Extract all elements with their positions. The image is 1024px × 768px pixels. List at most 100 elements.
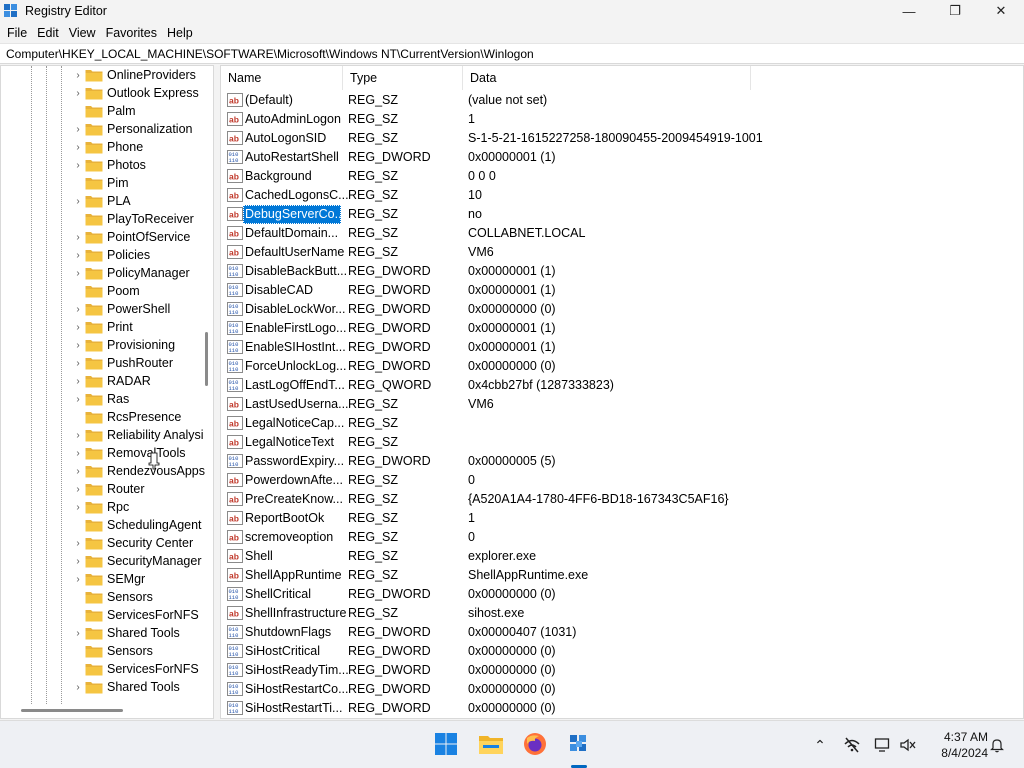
- chevron-right-icon[interactable]: ›: [73, 390, 83, 408]
- chevron-right-icon[interactable]: ›: [73, 156, 83, 174]
- chevron-right-icon[interactable]: ›: [73, 192, 83, 210]
- maximize-button[interactable]: ❐: [932, 0, 978, 22]
- chevron-right-icon[interactable]: ›: [73, 138, 83, 156]
- value-row[interactable]: 010 110 DisableCAD REG_DWORD 0x00000001 (1): [221, 281, 1023, 300]
- tree-node[interactable]: PlayToReceiver: [1, 210, 201, 228]
- tree-node[interactable]: › Phone: [1, 138, 201, 156]
- values-list[interactable]: Name Type Data ab (Default) REG_SZ (value n…: [220, 65, 1024, 719]
- value-row[interactable]: 010 110 PasswordExpiry... REG_DWORD 0x000000…: [221, 452, 1023, 471]
- column-header-name[interactable]: Name: [221, 66, 343, 90]
- tree-node[interactable]: Pim: [1, 174, 201, 192]
- tree-node[interactable]: Sensors: [1, 588, 201, 606]
- chevron-up-icon[interactable]: ⌃: [810, 735, 830, 755]
- chevron-right-icon[interactable]: ›: [73, 444, 83, 462]
- chevron-right-icon[interactable]: ›: [73, 462, 83, 480]
- chevron-right-icon[interactable]: ›: [73, 300, 83, 318]
- chevron-right-icon[interactable]: ›: [73, 66, 83, 84]
- menu-favorites[interactable]: Favorites: [101, 26, 162, 40]
- value-row[interactable]: ab ShellInfrastructure REG_SZ sihost.exe: [221, 604, 1023, 623]
- tree-node[interactable]: › Ras: [1, 390, 201, 408]
- tree-node[interactable]: › PointOfService: [1, 228, 201, 246]
- value-row[interactable]: 010 110 AutoRestartShell REG_DWORD 0x0000000…: [221, 148, 1023, 167]
- value-row[interactable]: ab ShellAppRuntime REG_SZ ShellAppRuntime.e…: [221, 566, 1023, 585]
- file-explorer-icon[interactable]: [476, 729, 506, 759]
- tree-node[interactable]: › Print: [1, 318, 201, 336]
- menu-edit[interactable]: Edit: [32, 26, 64, 40]
- value-row[interactable]: 010 110 ShutdownFlags REG_DWORD 0x00000407 (…: [221, 623, 1023, 642]
- tree-node[interactable]: › RemovalTools: [1, 444, 201, 462]
- tree-node[interactable]: › Shared Tools: [1, 678, 201, 696]
- value-row[interactable]: 010 110 DisableBackButt... REG_DWORD 0x00000…: [221, 262, 1023, 281]
- value-row[interactable]: ab CachedLogonsC... REG_SZ 10: [221, 186, 1023, 205]
- tree-node[interactable]: › Provisioning: [1, 336, 201, 354]
- tree-vertical-scrollbar[interactable]: [205, 332, 208, 386]
- tree-node[interactable]: › PushRouter: [1, 354, 201, 372]
- notification-bell-icon[interactable]: [987, 735, 1007, 755]
- value-row[interactable]: 010 110 EnableFirstLogo... REG_DWORD 0x00000…: [221, 319, 1023, 338]
- chevron-right-icon[interactable]: ›: [73, 534, 83, 552]
- chevron-right-icon[interactable]: ›: [73, 354, 83, 372]
- value-row[interactable]: ab AutoLogonSID REG_SZ S-1-5-21-1615227258-…: [221, 129, 1023, 148]
- value-row[interactable]: 010 110 SiHostCritical REG_DWORD 0x00000000 …: [221, 642, 1023, 661]
- value-row[interactable]: 010 110 ShellCritical REG_DWORD 0x00000000 (…: [221, 585, 1023, 604]
- value-row[interactable]: ab PowerdownAfte... REG_SZ 0: [221, 471, 1023, 490]
- tree-node[interactable]: › Personalization: [1, 120, 201, 138]
- value-row[interactable]: 010 110 DisableLockWor... REG_DWORD 0x000000…: [221, 300, 1023, 319]
- tree-node[interactable]: Palm: [1, 102, 201, 120]
- chevron-right-icon[interactable]: ›: [73, 120, 83, 138]
- windows-start-icon[interactable]: [431, 729, 461, 759]
- chevron-right-icon[interactable]: ›: [73, 84, 83, 102]
- tree-node[interactable]: › PowerShell: [1, 300, 201, 318]
- tree-node[interactable]: › RendezvousApps: [1, 462, 205, 480]
- chevron-right-icon[interactable]: ›: [73, 624, 83, 642]
- tree-node[interactable]: › SEMgr: [1, 570, 201, 588]
- tree-node[interactable]: RcsPresence: [1, 408, 201, 426]
- volume-icon[interactable]: [898, 735, 918, 755]
- system-clock[interactable]: 4:37 AM 8/4/2024: [922, 729, 988, 761]
- value-row[interactable]: ab LastUsedUserna... REG_SZ VM6: [221, 395, 1023, 414]
- tree-node[interactable]: Poom: [1, 282, 201, 300]
- chevron-right-icon[interactable]: ›: [73, 336, 83, 354]
- tree-node[interactable]: › OnlineProviders: [1, 66, 201, 84]
- chevron-right-icon[interactable]: ›: [73, 228, 83, 246]
- tree-node[interactable]: › SecurityManager: [1, 552, 201, 570]
- tree-node[interactable]: › Policies: [1, 246, 201, 264]
- close-button[interactable]: ✕: [978, 0, 1024, 22]
- chevron-right-icon[interactable]: ›: [73, 480, 83, 498]
- value-row[interactable]: ab Shell REG_SZ explorer.exe: [221, 547, 1023, 566]
- value-row[interactable]: 010 110 SiHostRestartTi... REG_DWORD 0x00000…: [221, 699, 1023, 718]
- tree-node[interactable]: ServicesForNFS: [1, 660, 201, 678]
- chevron-right-icon[interactable]: ›: [73, 552, 83, 570]
- menu-file[interactable]: File: [2, 26, 32, 40]
- menu-view[interactable]: View: [64, 26, 101, 40]
- chevron-right-icon[interactable]: ›: [73, 264, 83, 282]
- value-row[interactable]: ab Background REG_SZ 0 0 0: [221, 167, 1023, 186]
- chevron-right-icon[interactable]: ›: [73, 570, 83, 588]
- value-row[interactable]: 010 110 ForceUnlockLog... REG_DWORD 0x000000…: [221, 357, 1023, 376]
- value-row[interactable]: ab AutoAdminLogon REG_SZ 1: [221, 110, 1023, 129]
- registry-editor-taskbar-icon[interactable]: [564, 729, 594, 759]
- chevron-right-icon[interactable]: ›: [73, 498, 83, 516]
- value-row[interactable]: ab (Default) REG_SZ (value not set): [221, 91, 1023, 110]
- chevron-right-icon[interactable]: ›: [73, 426, 83, 444]
- tree-horizontal-scrollbar[interactable]: [21, 709, 123, 712]
- chevron-right-icon[interactable]: ›: [73, 246, 83, 264]
- tree-node[interactable]: SchedulingAgent: [1, 516, 202, 534]
- value-row[interactable]: 010 110 LastLogOffEndT... REG_QWORD 0x4cbb27…: [221, 376, 1023, 395]
- value-row[interactable]: ab DefaultUserName REG_SZ VM6: [221, 243, 1023, 262]
- value-row[interactable]: ab DebugServerCo... REG_SZ no: [221, 205, 1023, 224]
- tree-node[interactable]: › Rpc: [1, 498, 201, 516]
- tree-node[interactable]: › Reliability Analysi: [1, 426, 203, 444]
- minimize-button[interactable]: —: [886, 0, 932, 22]
- display-icon[interactable]: [873, 735, 893, 755]
- value-row[interactable]: 010 110 SiHostReadyTim... REG_DWORD 0x000000…: [221, 661, 1023, 680]
- column-header-type[interactable]: Type: [343, 66, 463, 90]
- chevron-right-icon[interactable]: ›: [73, 678, 83, 696]
- firefox-icon[interactable]: [520, 729, 550, 759]
- tree-node[interactable]: › Outlook Express: [1, 84, 201, 102]
- value-row[interactable]: 010 110 EnableSIHostInt... REG_DWORD 0x00000…: [221, 338, 1023, 357]
- registry-tree[interactable]: › OnlineProviders › Outlook Express Palm › Per…: [0, 65, 214, 719]
- value-row[interactable]: ab PreCreateKnow... REG_SZ {A520A1A4-1780-4…: [221, 490, 1023, 509]
- value-row[interactable]: ab LegalNoticeCap... REG_SZ: [221, 414, 1023, 433]
- tree-node[interactable]: › Shared Tools: [1, 624, 201, 642]
